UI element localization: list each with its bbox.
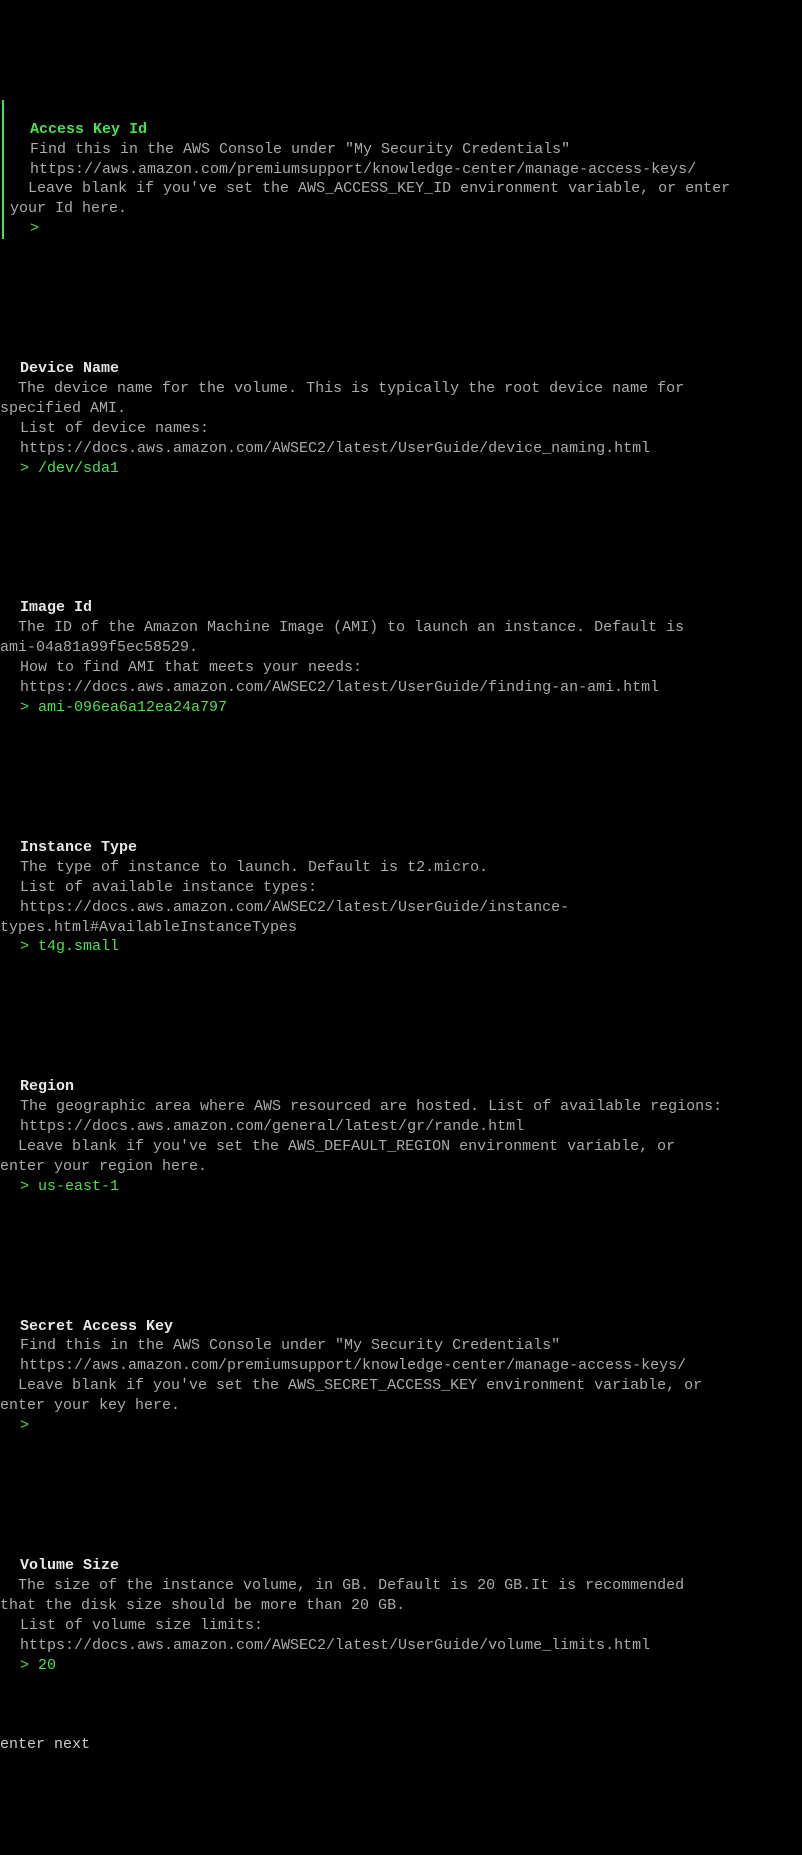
volume-size-url: https://docs.aws.amazon.com/AWSEC2/lates… <box>0 1637 650 1654</box>
device-name-input[interactable]: /dev/sda1 <box>38 460 119 477</box>
device-name-title: Device Name <box>0 360 119 377</box>
secret-access-key-desc1: Find this in the AWS Console under "My S… <box>0 1337 560 1354</box>
image-id-section: Image Id The ID of the Amazon Machine Im… <box>0 578 802 718</box>
device-name-desc2: List of device names: <box>0 420 209 437</box>
secret-access-key-title: Secret Access Key <box>0 1318 173 1335</box>
image-id-title: Image Id <box>0 599 92 616</box>
volume-size-desc2: List of volume size limits: <box>0 1617 263 1634</box>
region-url: https://docs.aws.amazon.com/general/late… <box>0 1118 524 1135</box>
access-key-id-desc1: Find this in the AWS Console under "My S… <box>10 141 570 158</box>
prompt-marker: > <box>20 699 29 716</box>
access-key-id-desc2a: Leave blank if you've set the AWS_ACCESS… <box>10 180 730 197</box>
access-key-id-title: Access Key Id <box>10 121 147 138</box>
secret-access-key-section: Secret Access Key Find this in the AWS C… <box>0 1297 802 1437</box>
volume-size-desc1b: that the disk size should be more than 2… <box>0 1597 405 1614</box>
region-desc2a: Leave blank if you've set the AWS_DEFAUL… <box>0 1138 675 1155</box>
prompt-marker: > <box>20 1657 29 1674</box>
region-desc2b: enter your region here. <box>0 1158 207 1175</box>
instance-type-desc1: The type of instance to launch. Default … <box>0 859 488 876</box>
image-id-desc1b: ami-04a81a99f5ec58529. <box>0 639 198 656</box>
prompt-marker: > <box>20 1417 29 1434</box>
instance-type-input[interactable]: t4g.small <box>38 938 119 955</box>
device-name-url: https://docs.aws.amazon.com/AWSEC2/lates… <box>0 440 650 457</box>
instance-type-desc2: List of available instance types: <box>0 879 317 896</box>
device-name-desc1b: specified AMI. <box>0 400 126 417</box>
image-id-url: https://docs.aws.amazon.com/AWSEC2/lates… <box>0 679 659 696</box>
secret-access-key-desc2a: Leave blank if you've set the AWS_SECRET… <box>0 1377 702 1394</box>
secret-access-key-desc2b: enter your key here. <box>0 1397 180 1414</box>
access-key-id-section: Access Key Id Find this in the AWS Conso… <box>2 100 802 240</box>
enter-next[interactable]: enter next <box>0 1735 802 1755</box>
instance-type-url2: types.html#AvailableInstanceTypes <box>0 919 297 936</box>
device-name-desc1a: The device name for the volume. This is … <box>0 380 684 397</box>
image-id-input[interactable]: ami-096ea6a12ea24a797 <box>38 699 227 716</box>
instance-type-url1: https://docs.aws.amazon.com/AWSEC2/lates… <box>0 899 569 916</box>
prompt-marker: > <box>20 938 29 955</box>
volume-size-section: Volume Size The size of the instance vol… <box>0 1536 802 1676</box>
image-id-desc2: How to find AMI that meets your needs: <box>0 659 362 676</box>
region-desc1: The geographic area where AWS resourced … <box>0 1098 722 1115</box>
region-title: Region <box>0 1078 74 1095</box>
prompt-marker: > <box>30 220 39 237</box>
volume-size-desc1a: The size of the instance volume, in GB. … <box>0 1577 684 1594</box>
secret-access-key-url: https://aws.amazon.com/premiumsupport/kn… <box>0 1357 686 1374</box>
instance-type-title: Instance Type <box>0 839 137 856</box>
volume-size-input[interactable]: 20 <box>38 1657 56 1674</box>
access-key-id-url: https://aws.amazon.com/premiumsupport/kn… <box>10 161 696 178</box>
region-section: Region The geographic area where AWS res… <box>0 1057 802 1197</box>
access-key-id-desc2b: your Id here. <box>10 200 127 217</box>
prompt-marker: > <box>20 1178 29 1195</box>
volume-size-title: Volume Size <box>0 1557 119 1574</box>
image-id-desc1a: The ID of the Amazon Machine Image (AMI)… <box>0 619 684 636</box>
instance-type-section: Instance Type The type of instance to la… <box>0 818 802 958</box>
region-input[interactable]: us-east-1 <box>38 1178 119 1195</box>
prompt-marker: > <box>20 460 29 477</box>
device-name-section: Device Name The device name for the volu… <box>0 339 802 479</box>
